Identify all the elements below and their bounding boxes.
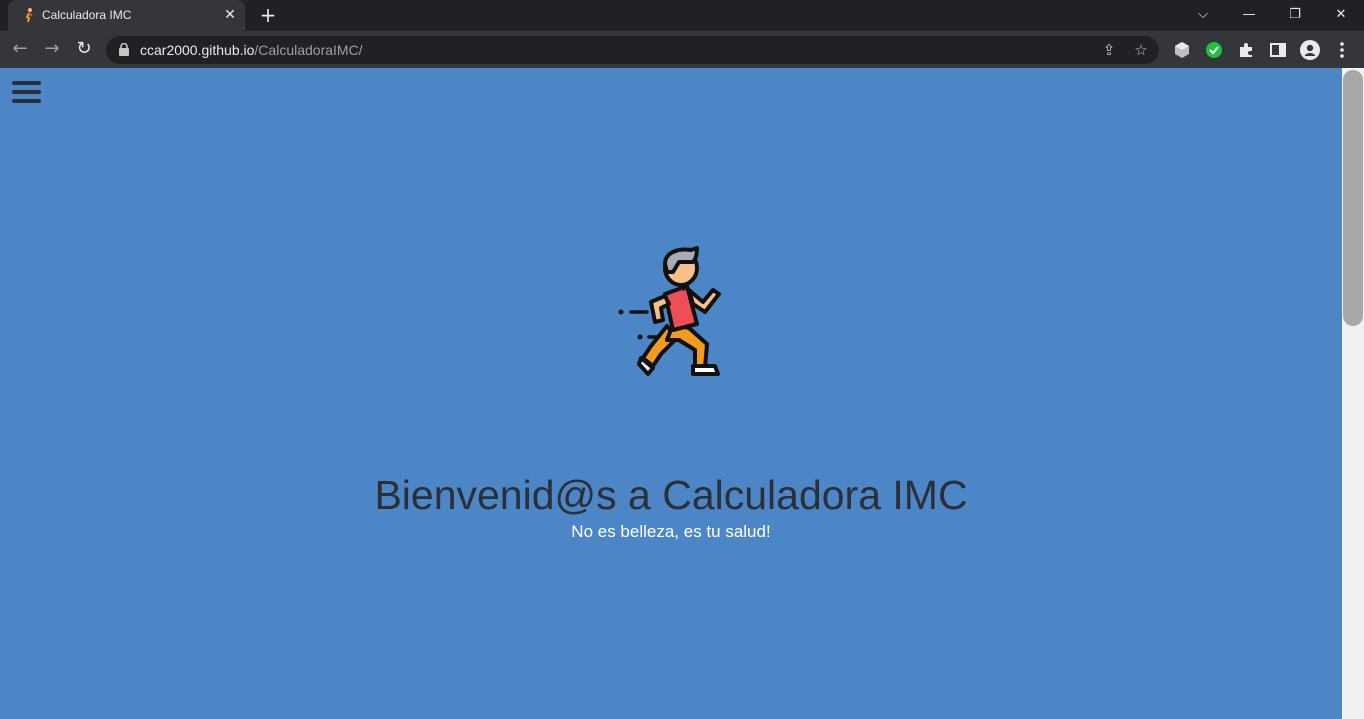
- profile-avatar-icon[interactable]: [1300, 40, 1320, 60]
- extensions-puzzle-icon[interactable]: [1236, 40, 1256, 60]
- url-text[interactable]: ccar2000.github.io/CalculadoraIMC/: [140, 42, 363, 58]
- tab-close-icon[interactable]: ✕: [223, 8, 237, 22]
- runner-favicon-icon: [25, 8, 33, 23]
- reload-button[interactable]: ↻: [72, 37, 96, 61]
- tab-title: Calculadora IMC: [42, 8, 132, 22]
- lock-icon[interactable]: [118, 43, 130, 56]
- tab-search-icon[interactable]: ⌵: [1180, 0, 1226, 31]
- hamburger-line: [12, 90, 41, 94]
- close-window-button[interactable]: ✕: [1318, 0, 1364, 31]
- side-panel-icon[interactable]: [1268, 40, 1288, 60]
- back-button[interactable]: ←: [8, 37, 32, 61]
- runner-illustration-icon: [618, 246, 721, 376]
- scrollbar-thumb[interactable]: [1343, 70, 1363, 326]
- url-path: /CalculadoraIMC/: [254, 42, 363, 58]
- url-host: ccar2000.github.io: [140, 42, 255, 58]
- more-menu-icon[interactable]: [1332, 40, 1352, 60]
- hamburger-line: [12, 99, 41, 103]
- restore-button[interactable]: ❐: [1272, 0, 1318, 31]
- address-bar[interactable]: ccar2000.github.io/CalculadoraIMC/ ⇪ ☆: [106, 36, 1159, 64]
- forward-button[interactable]: →: [40, 37, 64, 61]
- page-tagline: No es belleza, es tu salud!: [571, 522, 771, 541]
- page-heading: Bienvenid@s a Calculadora IMC: [374, 472, 968, 518]
- extension-check-icon[interactable]: [1204, 40, 1224, 60]
- hamburger-menu-icon[interactable]: [12, 81, 41, 104]
- share-icon[interactable]: ⇪: [1100, 41, 1118, 59]
- hamburger-line: [12, 81, 41, 85]
- tab-strip: Calculadora IMC ✕ + ⌵ — ❐ ✕: [0, 0, 1364, 31]
- bookmark-star-icon[interactable]: ☆: [1132, 41, 1150, 59]
- extension-cube-icon[interactable]: [1172, 40, 1192, 60]
- active-tab[interactable]: Calculadora IMC ✕: [8, 0, 245, 31]
- minimize-button[interactable]: —: [1226, 0, 1272, 31]
- new-tab-button[interactable]: +: [258, 5, 278, 25]
- page-content: Bienvenid@s a Calculadora IMC No es bell…: [0, 68, 1342, 719]
- browser-toolbar: ← → ↻ ccar2000.github.io/CalculadoraIMC/…: [0, 31, 1364, 68]
